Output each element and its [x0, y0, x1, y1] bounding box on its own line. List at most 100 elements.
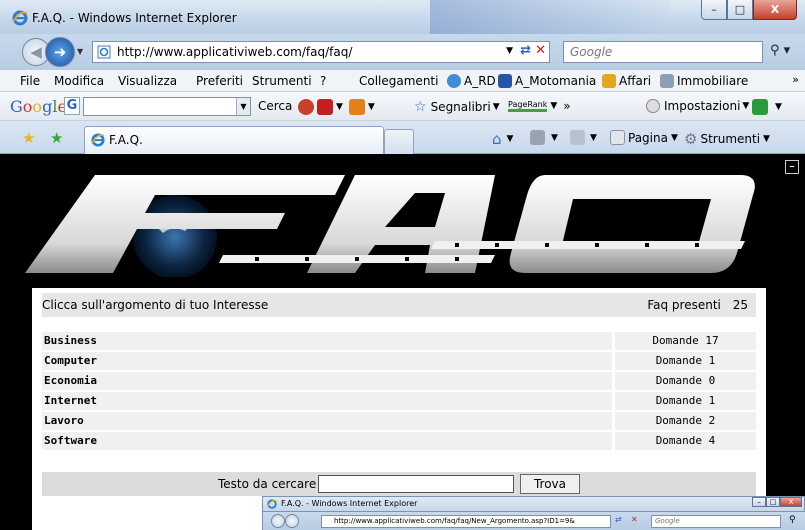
topic-name[interactable]: Internet [42, 392, 612, 410]
second-window-address-row: http://www.applicativiweb.com/faq/faq/Ne… [262, 512, 805, 530]
minimize-button[interactable]: – [701, 0, 727, 20]
second-window-forward-button[interactable] [285, 514, 299, 528]
tab-faq[interactable]: F.A.Q. [84, 126, 384, 154]
history-dropdown-icon[interactable]: ▼ [77, 47, 83, 56]
topic-name[interactable]: Software [42, 432, 612, 450]
print-icon [570, 130, 585, 145]
second-window-close-button[interactable]: X [780, 497, 802, 507]
link-affari[interactable]: Affari [602, 74, 651, 88]
collapse-button[interactable]: – [785, 160, 799, 174]
second-window-refresh-icon[interactable]: ⇄ [615, 515, 622, 524]
topic-name[interactable]: Lavoro [42, 412, 612, 430]
url-dropdown-icon[interactable]: ▼ [506, 46, 513, 56]
google-search-input[interactable]: ▼ [83, 97, 251, 116]
topic-row[interactable]: Computer Domande 1 [42, 352, 756, 372]
second-window-stop-icon[interactable]: ✕ [631, 515, 638, 524]
link-a-motomania-label: A_Motomania [515, 74, 597, 88]
second-window-minimize-button[interactable]: – [752, 497, 766, 507]
faq-search-button[interactable]: Trova [520, 474, 580, 494]
forward-button[interactable]: ➜ [45, 37, 75, 67]
topic-count: Domande 1 [615, 392, 756, 410]
menu-file[interactable]: File [20, 74, 40, 88]
stop-icon[interactable]: ✕ [535, 43, 546, 58]
title-bar: F.A.Q. - Windows Internet Explorer – □ X [0, 0, 805, 34]
overflow-chevron-icon[interactable]: » [563, 99, 570, 113]
menu-preferiti[interactable]: Preferiti [196, 74, 243, 88]
address-bar[interactable]: http://www.applicativiweb.com/faq/faq/ ▼… [92, 41, 550, 63]
add-favorite-icon[interactable]: ★ [50, 129, 63, 147]
home-button[interactable]: ⌂ ▼ [492, 130, 513, 148]
faq-search-label: Testo da cercare [218, 477, 317, 491]
google-toolbar: Google G ▼ Cerca ▼ ▼ ☆ Segnalibri ▼ Page… [0, 92, 805, 121]
url-text[interactable]: http://www.applicativiweb.com/faq/faq/ [117, 45, 352, 59]
topic-name[interactable]: Economia [42, 372, 612, 390]
bookmarks-button[interactable]: ☆ Segnalibri ▼ [414, 99, 500, 115]
gear-icon: ⚙ [684, 130, 698, 148]
maximize-button[interactable]: □ [727, 0, 753, 20]
second-window-title-bar[interactable]: F.A.Q. - Windows Internet Explorer – □ X [262, 496, 805, 512]
globe-icon [447, 74, 461, 88]
feeds-button[interactable]: ▼ [530, 130, 558, 145]
google-search-button[interactable]: Cerca [258, 99, 292, 113]
menu-help[interactable]: ? [320, 74, 326, 88]
favorites-star-icon[interactable]: ★ [22, 129, 35, 147]
second-window-url[interactable]: http://www.applicativiweb.com/faq/faq/Ne… [321, 515, 611, 528]
topic-row[interactable]: Internet Domande 1 [42, 392, 756, 412]
topic-name[interactable]: Computer [42, 352, 612, 370]
menu-modifica[interactable]: Modifica [54, 74, 104, 88]
topic-list: Business Domande 17 Computer Domande 1 E… [42, 332, 756, 452]
topic-count: Domande 1 [615, 352, 756, 370]
second-window-search-input[interactable]: Google [651, 515, 781, 528]
links-overflow-icon[interactable]: » [792, 73, 799, 86]
title-bar-shadow [430, 0, 670, 34]
link-immobiliare[interactable]: Immobiliare [660, 74, 748, 88]
extension-button[interactable]: ▼ [752, 99, 782, 115]
topic-row[interactable]: Software Domande 4 [42, 432, 756, 452]
new-tab-button[interactable] [384, 129, 414, 154]
menu-visualizza[interactable]: Visualizza [118, 74, 177, 88]
pagerank-dropdown-icon: ▼ [550, 101, 558, 111]
google-search-dropdown-icon[interactable]: ▼ [236, 98, 250, 115]
topic-name[interactable]: Business [42, 332, 612, 350]
popup-blocker-icon[interactable] [298, 99, 314, 115]
second-window-search-icon[interactable]: ⚲ [789, 515, 796, 525]
browser-search-input[interactable]: Google [563, 41, 763, 63]
puzzle-icon [752, 99, 768, 115]
second-window-maximize-button[interactable]: □ [766, 497, 780, 507]
faq-banner-logo [25, 175, 755, 277]
home-icon: ⌂ [492, 130, 502, 148]
topic-row[interactable]: Business Domande 17 [42, 332, 756, 352]
settings-button[interactable]: Impostazioni ▼ [646, 99, 749, 113]
second-window-back-button[interactable] [271, 514, 285, 528]
topic-row[interactable]: Economia Domande 0 [42, 372, 756, 392]
link-a-motomania[interactable]: A_Motomania [498, 74, 596, 88]
bookmark-feed-icon[interactable] [348, 99, 365, 115]
browser-search-placeholder: Google [570, 45, 613, 59]
link-immobiliare-label: Immobiliare [677, 74, 749, 88]
page-menu-button[interactable]: Pagina ▼ [610, 130, 678, 145]
forward-arrow-icon: ➜ [53, 43, 67, 61]
menu-strumenti[interactable]: Strumenti [252, 74, 312, 88]
youtube-dropdown-icon[interactable]: ▼ [336, 102, 343, 112]
refresh-icon[interactable]: ⇄ [520, 43, 531, 58]
tab-row: ★ ★ F.A.Q. ⌂ ▼ ▼ ▼ Pagina ▼ ⚙ Strumenti … [0, 121, 805, 154]
second-browser-window[interactable]: F.A.Q. - Windows Internet Explorer – □ X… [262, 496, 805, 530]
close-button[interactable]: X [753, 0, 797, 20]
link-a-rd[interactable]: A_RD [447, 74, 496, 88]
links-label: Collegamenti [359, 74, 439, 88]
tools-menu-button[interactable]: ⚙ Strumenti ▼ [684, 130, 770, 148]
search-icon[interactable]: ⚲ ▾ [770, 43, 790, 58]
feed-dropdown-icon[interactable]: ▼ [368, 102, 375, 112]
topic-row[interactable]: Lavoro Domande 2 [42, 412, 756, 432]
link-affari-label: Affari [619, 74, 652, 88]
second-window-controls: – □ X [752, 497, 802, 507]
settings-dropdown-icon: ▼ [742, 101, 750, 111]
google-g-button-icon[interactable]: G [64, 97, 80, 115]
youtube-icon[interactable] [317, 99, 333, 115]
pagerank-meter[interactable]: PageRank ▼ » [508, 99, 571, 113]
tools-menu-dropdown-icon: ▼ [763, 134, 770, 144]
menu-bar: File Modifica Visualizza Preferiti Strum… [0, 70, 805, 92]
print-button[interactable]: ▼ [570, 130, 597, 145]
tools-menu-label: Strumenti [700, 132, 761, 146]
faq-search-input[interactable] [318, 475, 514, 493]
